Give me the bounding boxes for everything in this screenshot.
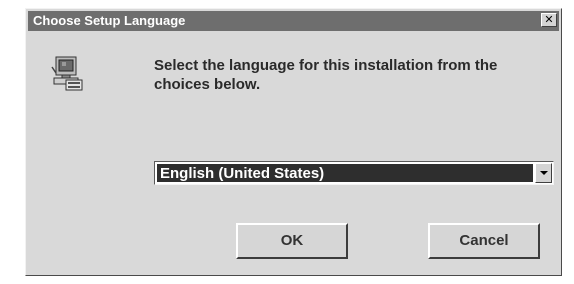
language-select-value-area[interactable]: English (United States) bbox=[157, 164, 533, 182]
setup-computer-icon bbox=[51, 56, 83, 91]
ok-button[interactable]: OK bbox=[236, 223, 348, 259]
title-bar[interactable]: Choose Setup Language ✕ bbox=[28, 11, 559, 31]
choose-setup-language-dialog: Choose Setup Language ✕ Select the langu… bbox=[25, 8, 562, 276]
dropdown-arrow-button[interactable] bbox=[535, 163, 552, 183]
language-select[interactable]: English (United States) bbox=[154, 161, 554, 185]
instruction-message: Select the language for this installatio… bbox=[154, 57, 498, 93]
window-title: Choose Setup Language bbox=[33, 13, 186, 28]
close-icon: ✕ bbox=[544, 13, 554, 26]
close-button[interactable]: ✕ bbox=[541, 13, 557, 27]
cancel-button[interactable]: Cancel bbox=[428, 223, 540, 259]
language-select-value: English (United States) bbox=[160, 165, 325, 182]
